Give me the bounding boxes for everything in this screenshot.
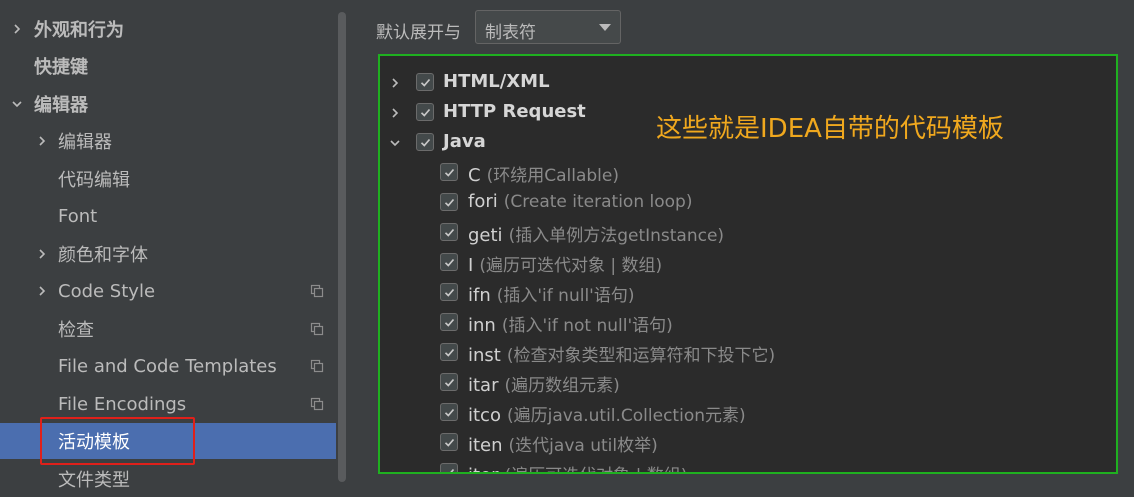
expand-with-label: 默认展开与 [376, 23, 461, 43]
template-abbreviation: fori [468, 191, 498, 212]
template-item[interactable]: inst (检查对象类型和运算符和下投下它) [440, 339, 1080, 367]
sidebar-item-editor[interactable]: 编辑器 [0, 86, 348, 122]
sidebar-item-label: Code Style [58, 280, 156, 302]
checkbox-checked[interactable] [440, 223, 458, 241]
template-item[interactable]: C (环绕用Callable) [440, 159, 1080, 187]
chevron-right-icon[interactable] [35, 134, 49, 148]
template-item[interactable]: geti (插入单例方法getInstance) [440, 219, 1080, 247]
template-item[interactable]: ifn (插入'if null'语句) [440, 279, 1080, 307]
template-item[interactable]: itar (遍历数组元素) [440, 369, 1080, 397]
template-abbreviation: inst [468, 345, 501, 366]
sidebar-item-label: 外观和行为 [34, 20, 124, 41]
template-description: (遍历java.util.Collection元素) [506, 406, 746, 426]
template-abbreviation: inn [468, 315, 496, 336]
expand-with-value: 制表符 [485, 23, 536, 43]
tree-group-html-xml[interactable]: HTML/XML [388, 69, 688, 97]
copy-icon [310, 359, 324, 373]
chevron-right-icon[interactable] [388, 106, 402, 120]
chevron-right-icon[interactable] [35, 247, 49, 261]
sidebar-item-label: 文件类型 [58, 470, 130, 491]
sidebar-item-code-editing[interactable]: 代码编辑 [0, 161, 348, 197]
template-description: (环绕用Callable) [486, 166, 619, 186]
template-abbreviation: I [468, 255, 474, 276]
chevron-down-icon[interactable] [388, 136, 402, 150]
annotation-text: 这些就是IDEA自带的代码模板 [656, 114, 1004, 144]
sidebar-scrollbar-thumb[interactable] [338, 12, 346, 482]
template-abbreviation: itco [468, 405, 501, 426]
template-abbreviation: iter [468, 465, 499, 472]
sidebar-item-label: 颜色和字体 [58, 245, 148, 266]
template-description: (遍历数组元素) [504, 376, 620, 396]
sidebar-item-file-types[interactable]: 文件类型 [0, 461, 348, 497]
settings-sidebar: 外观和行为 快捷键 编辑器 编辑器 代码编辑 Font 颜色和字体 Code S… [0, 0, 348, 491]
checkbox-checked[interactable] [440, 433, 458, 451]
sidebar-item-label: 快捷键 [34, 57, 88, 78]
checkbox-checked[interactable] [440, 313, 458, 331]
dropdown-caret-icon [599, 24, 611, 31]
expand-with-dropdown[interactable]: 制表符 [475, 10, 621, 44]
chevron-down-icon[interactable] [10, 97, 24, 111]
checkbox-checked[interactable] [440, 463, 458, 472]
sidebar-item-label: 编辑器 [34, 95, 88, 116]
template-abbreviation: itar [468, 375, 499, 396]
sidebar-item-appearance[interactable]: 外观和行为 [0, 11, 348, 47]
tree-group-java[interactable]: Java [388, 129, 688, 157]
template-description: (Create iteration loop) [503, 192, 693, 212]
template-description: (插入'if null'语句) [496, 286, 635, 306]
sidebar-item-label: File Encodings [58, 393, 187, 415]
tree-group-label: HTTP Request [443, 101, 586, 122]
checkbox-checked[interactable] [416, 103, 434, 121]
checkbox-checked[interactable] [416, 133, 434, 151]
checkbox-checked[interactable] [440, 193, 458, 211]
template-abbreviation: C [468, 165, 481, 186]
template-abbreviation: iten [468, 435, 503, 456]
checkbox-checked[interactable] [440, 403, 458, 421]
template-description: (遍历可迭代对象 | 数组) [505, 466, 688, 472]
sidebar-item-label: 检查 [58, 320, 94, 341]
template-abbreviation: ifn [468, 285, 491, 306]
sidebar-item-label: File and Code Templates [58, 355, 277, 377]
sidebar-item-file-code-templates[interactable]: File and Code Templates [0, 348, 348, 384]
template-abbreviation: geti [468, 225, 503, 246]
sidebar-item-color-scheme[interactable]: 颜色和字体 [0, 236, 348, 272]
template-item[interactable]: fori (Create iteration loop) [440, 189, 1080, 217]
template-description: (检查对象类型和运算符和下投下它) [506, 346, 776, 366]
chevron-right-icon[interactable] [10, 22, 24, 36]
sidebar-item-inspections[interactable]: 检查 [0, 311, 348, 347]
template-item[interactable]: I (遍历可迭代对象 | 数组) [440, 249, 1080, 277]
template-item[interactable]: inn (插入'if not null'语句) [440, 309, 1080, 337]
sidebar-item-keymap[interactable]: 快捷键 [0, 48, 348, 84]
template-description: (插入单例方法getInstance) [508, 226, 725, 246]
checkbox-checked[interactable] [440, 253, 458, 271]
tree-group-label: Java [443, 131, 486, 152]
sidebar-item-label: 编辑器 [58, 132, 112, 153]
copy-icon [310, 284, 324, 298]
checkbox-checked[interactable] [440, 283, 458, 301]
copy-icon [310, 397, 324, 411]
sidebar-item-editor-general[interactable]: 编辑器 [0, 123, 348, 159]
checkbox-checked[interactable] [440, 373, 458, 391]
sidebar-item-code-style[interactable]: Code Style [0, 273, 348, 309]
sidebar-item-label: 代码编辑 [58, 170, 130, 191]
template-description: (插入'if not null'语句) [501, 316, 673, 336]
template-item[interactable]: iter (遍历可迭代对象 | 数组) [440, 459, 1080, 472]
highlight-box-red [40, 417, 195, 465]
checkbox-checked[interactable] [416, 73, 434, 91]
checkbox-checked[interactable] [440, 163, 458, 181]
chevron-right-icon[interactable] [35, 284, 49, 298]
sidebar-item-label: Font [58, 205, 98, 227]
copy-icon [310, 322, 324, 336]
checkbox-checked[interactable] [440, 343, 458, 361]
template-description: (遍历可迭代对象 | 数组) [479, 256, 663, 276]
template-item[interactable]: itco (遍历java.util.Collection元素) [440, 399, 1080, 427]
sidebar-item-font[interactable]: Font [0, 198, 348, 234]
template-description: (迭代java util枚举) [508, 436, 658, 456]
tree-group-http-request[interactable]: HTTP Request [388, 99, 688, 127]
tree-group-label: HTML/XML [443, 71, 550, 92]
chevron-right-icon[interactable] [388, 76, 402, 90]
template-item[interactable]: iten (迭代java util枚举) [440, 429, 1080, 457]
